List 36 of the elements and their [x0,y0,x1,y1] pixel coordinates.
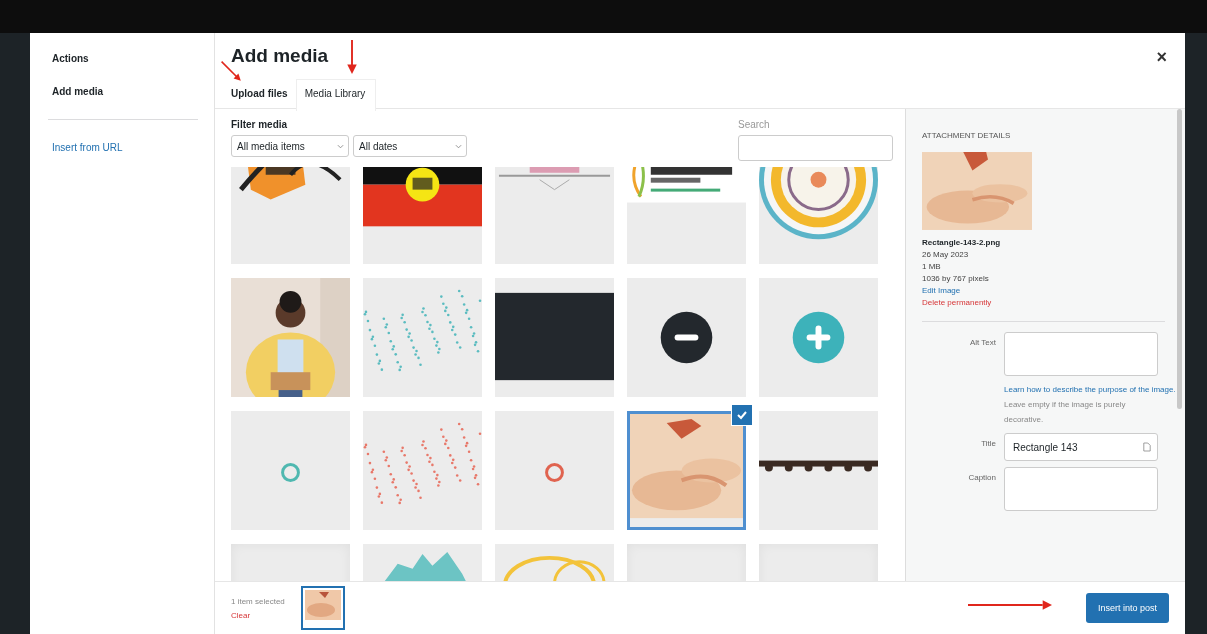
file-size: 1 MB [922,262,942,271]
field-label: Alt Text [968,337,996,349]
close-button[interactable]: × [1156,47,1167,68]
sidebar-heading: Actions [52,53,90,64]
search-label: Search [738,119,771,130]
text-area[interactable] [1004,332,1158,376]
help-link[interactable]: Learn how to describe the purpose of the image. [1004,385,1176,394]
field-label: Title [980,438,996,450]
chevron-icon [455,143,462,149]
date-select[interactable]: All dates [353,135,467,157]
chevron-icon [337,143,344,149]
tab[interactable]: Upload files [231,79,296,111]
document-icon [1143,442,1151,452]
scrollbar[interactable] [1177,109,1182,409]
insert-url-link[interactable]: Insert from URL [52,142,214,153]
title-field[interactable]: Rectangle 143 [1004,433,1158,461]
tab[interactable]: Media Library [295,79,377,111]
modal-title: Add media [231,45,329,67]
field-label: Caption [967,472,996,484]
image-dimensions: 1036 by 767 pixels [922,274,990,283]
media-type-select[interactable]: All media items [231,135,349,157]
annotation-arrow [346,40,358,74]
text-area[interactable] [1004,467,1158,511]
sidebar-item[interactable]: Add media [52,86,214,97]
selection-count: 1 item selected [231,596,285,606]
file-name: Rectangle-143-2.png [922,238,1002,247]
edit-image-link[interactable]: Edit Image [922,286,1165,295]
clear-link[interactable]: Clear [231,610,285,620]
upload-date: 26 May 2023 [922,250,970,259]
insert-button[interactable]: Insert into post [1085,593,1169,623]
filter-label: Filter media [231,119,289,130]
delete-link[interactable]: Delete permanently [922,298,1165,307]
annotation-arrow [220,60,244,84]
search-field[interactable] [738,135,893,161]
details-heading: ATTACHMENT DETAILS [922,131,1012,140]
check-icon[interactable] [732,405,752,425]
